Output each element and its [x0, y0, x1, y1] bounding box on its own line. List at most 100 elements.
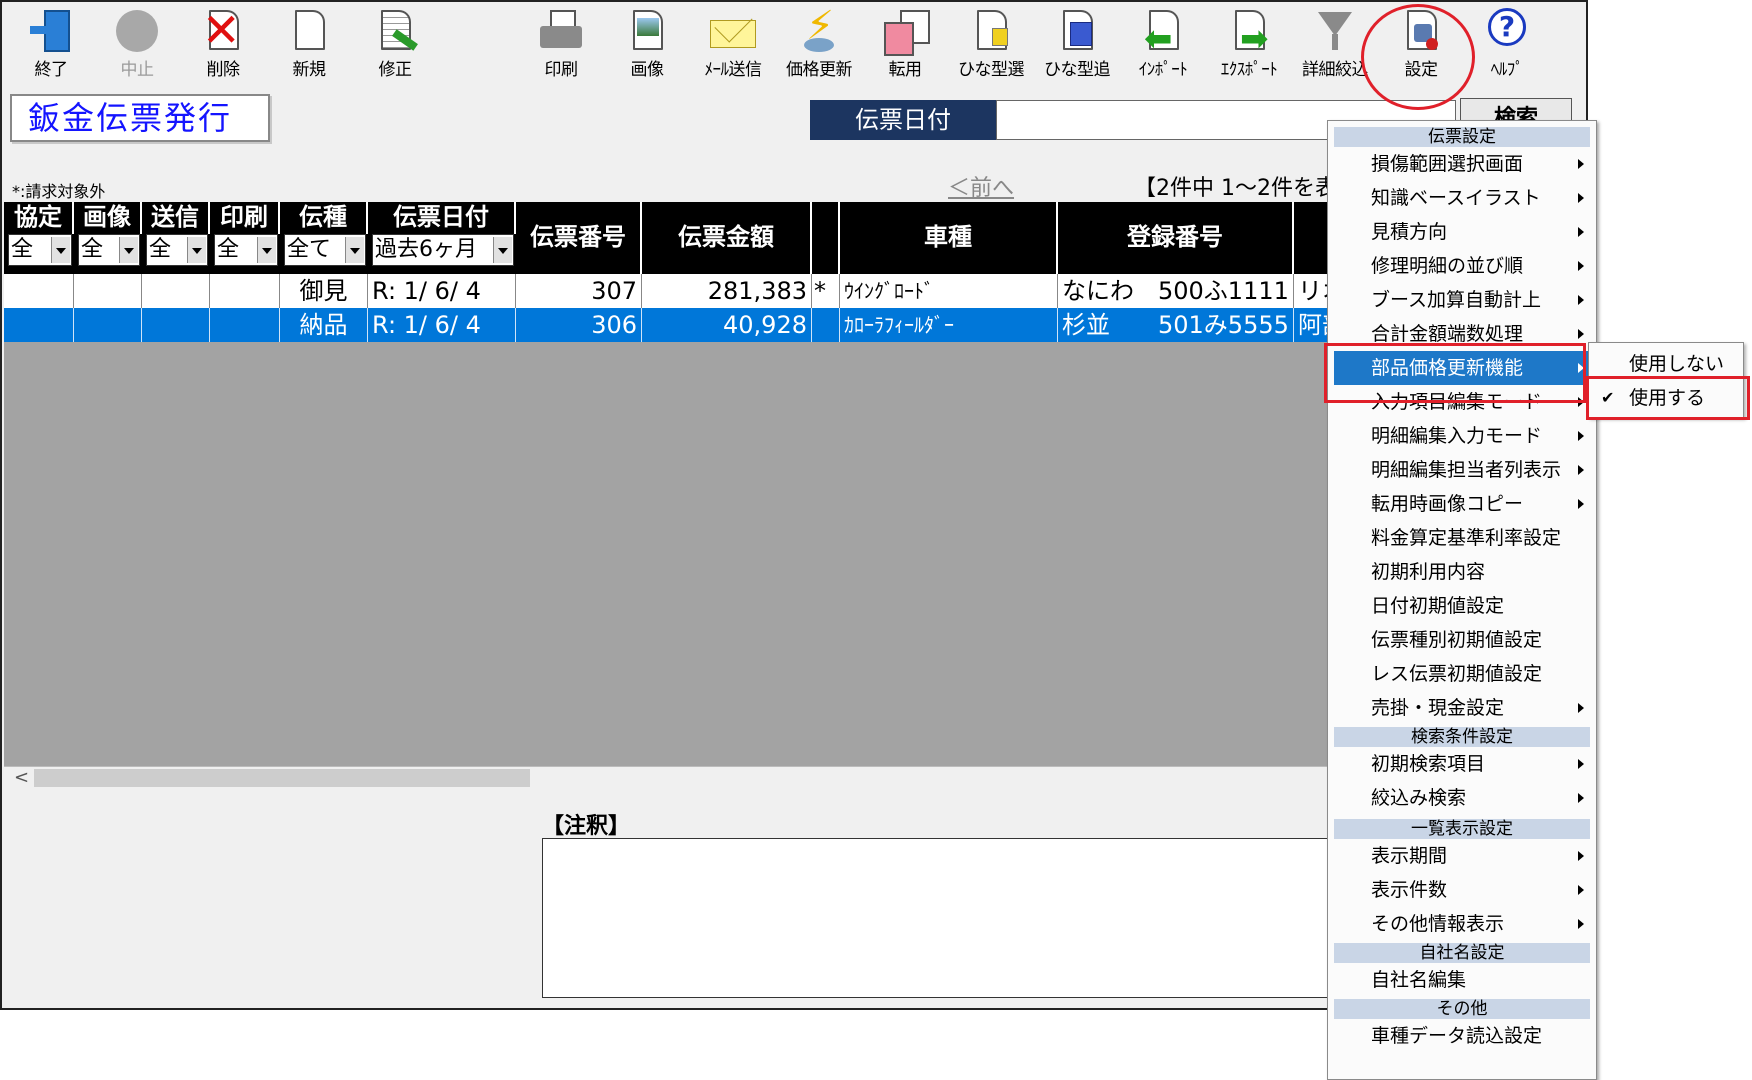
printer-icon [536, 6, 586, 56]
prev-link[interactable]: ＜前へ [948, 170, 1014, 202]
chevron-right-icon [1578, 227, 1584, 237]
menu-item-items1-10[interactable]: 転用時画像コピー [1328, 487, 1596, 521]
image-button[interactable]: 画像 [604, 6, 690, 86]
chevron-down-icon[interactable] [187, 237, 206, 263]
menu-section-list: 一覧表示設定 [1334, 819, 1590, 839]
chevron-right-icon [1578, 159, 1584, 169]
chevron-right-icon [1578, 431, 1584, 441]
stop-button[interactable]: 中止 [94, 6, 180, 86]
header-date[interactable]: 伝票日付 [368, 202, 516, 234]
record-count: 【2件中 1～2件を表 [1134, 176, 1337, 201]
chevron-down-icon[interactable] [51, 237, 70, 263]
menu-section-slip: 伝票設定 [1334, 127, 1590, 147]
menu-item-items1-1[interactable]: 知識ベースイラスト [1328, 181, 1596, 215]
print-button[interactable]: 印刷 [518, 6, 604, 86]
filter-gazo[interactable]: 全 [78, 234, 140, 266]
cell-amount: 281,383 [642, 274, 812, 308]
menu-item-items1-0[interactable]: 損傷範囲選択画面 [1328, 147, 1596, 181]
chevron-right-icon [1578, 499, 1584, 509]
menu-item-items1-12[interactable]: 初期利用内容 [1328, 555, 1596, 589]
menu-section-search: 検索条件設定 [1334, 727, 1590, 747]
exit-door-icon [26, 6, 76, 56]
chevron-right-icon [1578, 295, 1584, 305]
menu-item-items1-2[interactable]: 見積方向 [1328, 215, 1596, 249]
menu-item-items1-9[interactable]: 明細編集担当者列表示 [1328, 453, 1596, 487]
new-document-icon [284, 6, 334, 56]
scroll-left-icon[interactable]: < [14, 767, 29, 788]
billing-note: *:請求対象外 [12, 182, 106, 201]
chevron-right-icon [1578, 703, 1584, 713]
window-title: 鈑金伝票発行 [10, 94, 270, 142]
end-button[interactable]: 終了 [8, 6, 94, 86]
chevron-right-icon [1578, 329, 1584, 339]
date-label: 伝票日付 [810, 100, 996, 140]
highlight-box-submenu [1586, 376, 1750, 420]
filter-denshu[interactable]: 全て [284, 234, 366, 266]
edit-button[interactable]: 修正 [352, 6, 438, 86]
annotation-label: 【注釈】 [542, 814, 631, 839]
menu-item-items5-0[interactable]: 車種データ読込設定 [1328, 1019, 1596, 1053]
chevron-right-icon [1578, 193, 1584, 203]
filter-insatsu[interactable]: 全 [214, 234, 278, 266]
price-update-button[interactable]: ⚡ 価格更新 [776, 4, 862, 86]
menu-item-items1-8[interactable]: 明細編集入力モード [1328, 419, 1596, 453]
menu-item-items2-1[interactable]: 絞込み検索 [1328, 781, 1596, 815]
cell-type: 御見 [280, 274, 368, 308]
export-button[interactable]: ➡ ｴｸｽﾎﾟｰﾄ [1206, 6, 1292, 86]
header-amount[interactable]: 伝票金額 [642, 202, 812, 274]
chevron-right-icon [1578, 793, 1584, 803]
stop-circle-icon [112, 6, 162, 56]
lightning-icon: ⚡ [794, 4, 844, 56]
menu-item-items1-13[interactable]: 日付初期値設定 [1328, 589, 1596, 623]
header-gazo[interactable]: 画像 [74, 202, 142, 234]
menu-item-items1-15[interactable]: レス伝票初期値設定 [1328, 657, 1596, 691]
help-button[interactable]: ? ﾍﾙﾌﾟ [1464, 6, 1550, 86]
chevron-down-icon[interactable] [345, 237, 364, 263]
transfer-button[interactable]: 転用 [862, 6, 948, 86]
template-add-button[interactable]: ひな型追 [1034, 6, 1120, 86]
new-button[interactable]: 新規 [266, 6, 352, 86]
chevron-down-icon[interactable] [257, 237, 276, 263]
transfer-icon [880, 6, 930, 56]
chevron-right-icon [1578, 465, 1584, 475]
menu-item-items1-14[interactable]: 伝票種別初期値設定 [1328, 623, 1596, 657]
header-reg[interactable]: 登録番号 [1058, 202, 1294, 274]
header-soshin[interactable]: 送信 [142, 202, 210, 234]
menu-item-items3-2[interactable]: その他情報表示 [1328, 907, 1596, 941]
menu-item-items1-16[interactable]: 売掛・現金設定 [1328, 691, 1596, 725]
cell-number: 307 [516, 274, 642, 308]
template-disk-icon [1052, 6, 1102, 56]
menu-section-other: その他 [1334, 999, 1590, 1019]
header-car[interactable]: 車種 [840, 202, 1058, 274]
settings-menu: 伝票設定 損傷範囲選択画面 知識ベースイラスト 見積方向 修理明細の並び順 ブース加算自動… [1327, 120, 1597, 1080]
header-denshu[interactable]: 伝種 [280, 202, 368, 234]
menu-item-items4-0[interactable]: 自社名編集 [1328, 963, 1596, 997]
filter-date[interactable]: 過去6ヶ月 [372, 234, 514, 266]
menu-item-items1-3[interactable]: 修理明細の並び順 [1328, 249, 1596, 283]
template-select-button[interactable]: ひな型選 [948, 6, 1034, 86]
chevron-right-icon [1578, 759, 1584, 769]
filter-kyotei[interactable]: 全 [8, 234, 72, 266]
menu-item-items1-4[interactable]: ブース加算自動計上 [1328, 283, 1596, 317]
export-arrow-icon: ➡ [1224, 6, 1274, 56]
chevron-right-icon [1578, 885, 1584, 895]
header-number[interactable]: 伝票番号 [516, 202, 642, 274]
header-kyotei[interactable]: 協定 [4, 202, 74, 234]
import-button[interactable]: ⬅ ｲﾝﾎﾟｰﾄ [1120, 6, 1206, 86]
cell-reg: 杉並 501み5555 [1058, 308, 1294, 342]
menu-item-items1-11[interactable]: 料金算定基準利率設定 [1328, 521, 1596, 555]
scroll-thumb[interactable] [34, 769, 530, 787]
menu-item-items3-0[interactable]: 表示期間 [1328, 839, 1596, 873]
filter-soshin[interactable]: 全 [146, 234, 208, 266]
mail-send-button[interactable]: ﾒｰﾙ送信 [690, 4, 776, 86]
menu-item-items3-1[interactable]: 表示件数 [1328, 873, 1596, 907]
delete-x-icon: ✕ [202, 3, 241, 57]
chevron-right-icon [1578, 261, 1584, 271]
chevron-down-icon[interactable] [119, 237, 138, 263]
cell-car: ｳｲﾝｸﾞﾛｰﾄﾞ [840, 274, 1058, 308]
header-insatsu[interactable]: 印刷 [210, 202, 280, 234]
cell-date: R: 1/ 6/ 4 [368, 308, 516, 342]
chevron-down-icon[interactable] [493, 237, 512, 263]
menu-item-items2-0[interactable]: 初期検索項目 [1328, 747, 1596, 781]
delete-button[interactable]: ✕ 削除 [180, 6, 266, 86]
